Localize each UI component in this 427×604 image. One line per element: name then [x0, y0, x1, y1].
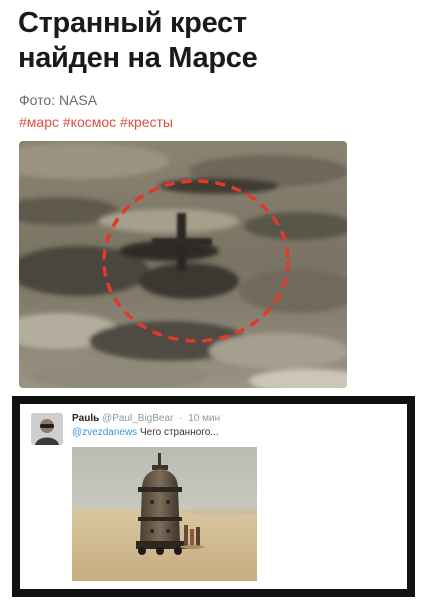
tweet-meta: Paulь @Paul_BigBear · 10 мин — [72, 412, 220, 425]
tweet-card: Paulь @Paul_BigBear · 10 мин @zvezdanews… — [20, 404, 407, 589]
photo-credit: Фото: NASA — [19, 92, 98, 108]
tweet-mention[interactable]: @zvezdanews — [72, 427, 137, 438]
mars-photo — [19, 141, 347, 388]
tweet-screenshot-frame: Paulь @Paul_BigBear · 10 мин @zvezdanews… — [12, 396, 415, 597]
tweet-text: @zvezdanews Чего странного... — [72, 426, 219, 439]
tweet-author[interactable]: Paulь — [72, 413, 99, 424]
tweet-handle[interactable]: @Paul_BigBear — [102, 413, 173, 424]
headline: Странный крест найден на Марсе — [18, 6, 418, 76]
headline-line-2: найден на Марсе — [18, 42, 258, 74]
tweet-time[interactable]: 10 мин — [188, 413, 220, 424]
avatar[interactable] — [31, 413, 63, 445]
tweet-body: Чего странного... — [139, 427, 219, 438]
hashtags[interactable]: #марс #космос #кресты — [19, 114, 173, 130]
headline-line-1: Странный крест — [18, 7, 247, 39]
tweet-separator: · — [179, 413, 183, 424]
tweet-photo[interactable] — [72, 447, 257, 581]
